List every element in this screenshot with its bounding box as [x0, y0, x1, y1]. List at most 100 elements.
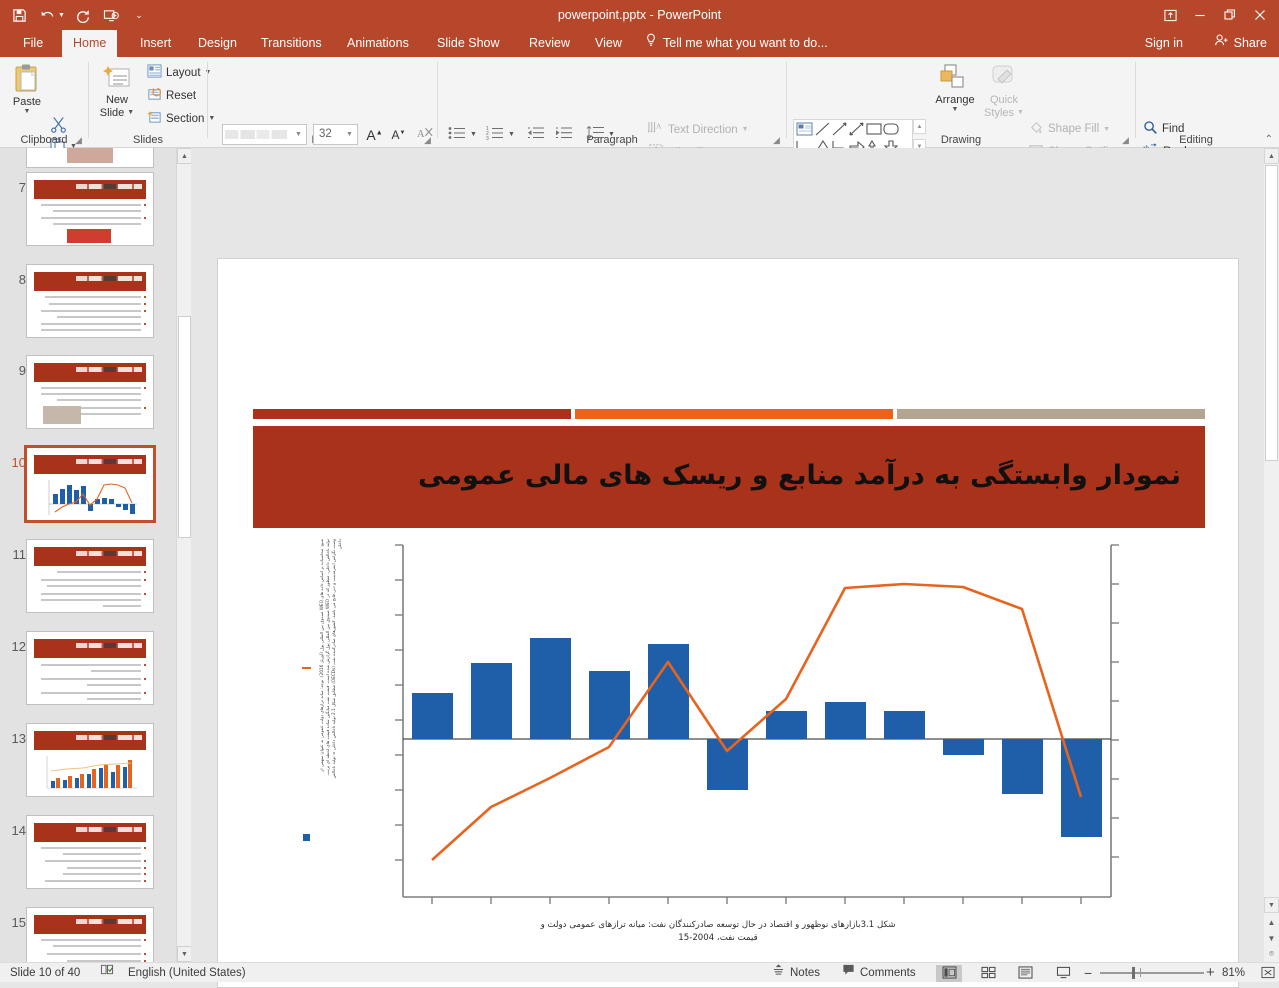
comments-button[interactable]: Comments [842, 963, 916, 983]
paste-dropdown-icon[interactable]: ▼ [24, 108, 31, 115]
paragraph-dialog-launcher[interactable]: ◢ [773, 135, 783, 145]
tab-animations[interactable]: Animations [336, 30, 420, 57]
customize-qat-icon[interactable]: ⌄ [126, 2, 152, 28]
shape-fill-button[interactable]: Shape Fill ▼ [1028, 120, 1110, 138]
zoom-level[interactable]: 81% [1222, 963, 1245, 983]
new-slide-dropdown-icon[interactable]: ▼ [127, 107, 134, 119]
font-size-dropdown-icon[interactable]: ▼ [342, 125, 357, 144]
slideshow-button[interactable] [1050, 965, 1076, 982]
slide-thumbnail-15[interactable] [26, 907, 154, 962]
editor-scroll-up-icon[interactable]: ▲ [1264, 148, 1279, 164]
redo-icon[interactable] [70, 2, 96, 28]
slide-counter[interactable]: Slide 10 of 40 [10, 963, 80, 983]
zoom-slider-track[interactable] [1100, 972, 1204, 974]
tell-me-box[interactable]: Tell me what you want to do... [645, 30, 828, 57]
spellcheck-button[interactable] [100, 963, 114, 983]
decrease-indent-button[interactable] [524, 124, 546, 144]
line-spacing-button[interactable] [584, 124, 606, 144]
thumbnail-scroll-up-icon[interactable]: ▲ [177, 148, 192, 164]
slide-thumbnail-12[interactable] [26, 631, 154, 705]
slide-thumbnail-6[interactable] [26, 148, 154, 168]
tab-design[interactable]: Design [187, 30, 248, 57]
thumbnail-scrollbar[interactable]: ▲ ▼ [176, 148, 191, 962]
reset-button[interactable]: Reset [147, 87, 196, 104]
tab-view[interactable]: View [584, 30, 633, 57]
slide-thumbnail-7[interactable] [26, 172, 154, 246]
font-name-dropdown-icon[interactable]: ▼ [291, 125, 306, 144]
next-slide-icon[interactable]: ▼ [1264, 930, 1279, 946]
normal-view-button[interactable] [936, 965, 962, 982]
collapse-ribbon-icon[interactable]: ⌃ [1265, 134, 1273, 145]
font-size-input[interactable]: 32 ▼ [313, 124, 358, 145]
save-icon[interactable] [6, 2, 32, 28]
sign-in-button[interactable]: Sign in [1145, 30, 1183, 57]
notes-button[interactable]: Notes [772, 963, 820, 983]
text-direction-button[interactable]: A Text Direction ▼ [648, 120, 749, 139]
tab-transitions[interactable]: Transitions [250, 30, 333, 57]
slide-sorter-button[interactable] [975, 965, 1001, 982]
quick-styles-dropdown-icon[interactable]: ▼ [1017, 107, 1024, 119]
slide-thumbnail-8[interactable] [26, 264, 154, 338]
start-presentation-icon[interactable] [98, 2, 124, 28]
zoom-in-button[interactable]: + [1206, 963, 1215, 983]
previous-slide-icon[interactable]: ▲ [1264, 914, 1279, 930]
editor-scroll-down-icon[interactable]: ▼ [1264, 897, 1279, 913]
minimize-icon[interactable] [1185, 2, 1215, 28]
restore-icon[interactable] [1215, 2, 1245, 28]
thumbnail-scroll-down-icon[interactable]: ▼ [177, 946, 192, 962]
editor-scroll-handle[interactable] [1265, 165, 1278, 461]
slide-thumbnail-9[interactable] [26, 355, 154, 429]
tab-file[interactable]: File [12, 30, 54, 57]
bullets-dropdown-icon[interactable]: ▼ [470, 131, 477, 138]
slide-editor-area[interactable]: نمودار وابستگی به درآمد منابع و ریسک های… [191, 148, 1264, 962]
clipboard-dialog-launcher[interactable]: ◢ [75, 135, 85, 145]
bullets-button[interactable] [446, 124, 468, 144]
reset-window-icon[interactable]: ⌾ [1264, 946, 1279, 962]
layout-button[interactable]: Layout ▼ [147, 64, 211, 81]
increase-indent-button[interactable] [552, 124, 574, 144]
slide-thumbnail-13[interactable] [26, 723, 154, 797]
editor-vertical-scrollbar[interactable]: ▲ ▼ ▲ ▼ ⌾ [1264, 148, 1279, 962]
paste-button[interactable]: Paste ▼ [6, 63, 48, 115]
slide-thumbnail-14[interactable] [26, 815, 154, 889]
numbering-button[interactable]: 123 [484, 124, 506, 144]
increase-font-size-button[interactable]: A▲ [364, 124, 385, 145]
tab-review[interactable]: Review [518, 30, 581, 57]
ribbon-display-options-icon[interactable] [1155, 2, 1185, 28]
cut-button[interactable] [48, 117, 68, 135]
close-icon[interactable] [1245, 2, 1275, 28]
font-name-input[interactable]: ▼ [222, 124, 307, 145]
text-direction-dropdown-icon[interactable]: ▼ [742, 126, 749, 133]
line-spacing-dropdown-icon[interactable]: ▼ [608, 131, 615, 138]
slide-thumbnail-11[interactable] [26, 539, 154, 613]
text-direction-label: Text Direction [668, 124, 738, 136]
arrange-button[interactable]: Arrange ▼ [930, 63, 980, 113]
reading-view-button[interactable] [1012, 965, 1038, 982]
slide-thumbnail-panel[interactable]: 7 8 9 [0, 148, 176, 962]
thumbnail-scroll-handle[interactable] [178, 316, 191, 538]
fit-slide-button[interactable] [1255, 965, 1279, 982]
chart-container[interactable]: منبع: محاسبات بر اساس داده های WEO صندوق… [303, 539, 1203, 939]
decrease-font-size-button[interactable]: A▼ [388, 124, 409, 145]
slide-thumbnail-10[interactable] [26, 447, 154, 521]
find-button[interactable]: Find [1143, 120, 1184, 138]
tab-insert[interactable]: Insert [129, 30, 182, 57]
tab-home[interactable]: Home [62, 30, 117, 57]
quick-styles-button[interactable]: Quick Styles ▼ [982, 63, 1026, 119]
undo-icon[interactable] [34, 2, 60, 28]
slide-canvas[interactable]: نمودار وابستگی به درآمد منابع و ریسک های… [217, 258, 1239, 988]
new-slide-button[interactable]: New Slide ▼ [95, 63, 139, 119]
share-button[interactable]: Share [1208, 30, 1273, 57]
arrange-dropdown-icon[interactable]: ▼ [952, 106, 959, 113]
section-button[interactable]: Section ▼ [147, 110, 215, 127]
shape-fill-dropdown-icon[interactable]: ▼ [1103, 126, 1110, 133]
tab-slide-show[interactable]: Slide Show [426, 30, 511, 57]
numbering-dropdown-icon[interactable]: ▼ [508, 131, 515, 138]
zoom-slider-handle[interactable] [1132, 967, 1135, 979]
shapes-scroll-up-icon[interactable]: ▲ [913, 119, 926, 134]
thumb-title-band [34, 272, 146, 291]
zoom-out-button[interactable]: − [1084, 963, 1092, 983]
clear-formatting-button[interactable]: A [415, 124, 436, 145]
slide-title-box[interactable]: نمودار وابستگی به درآمد منابع و ریسک های… [253, 426, 1205, 528]
language-indicator[interactable]: English (United States) [128, 963, 246, 983]
